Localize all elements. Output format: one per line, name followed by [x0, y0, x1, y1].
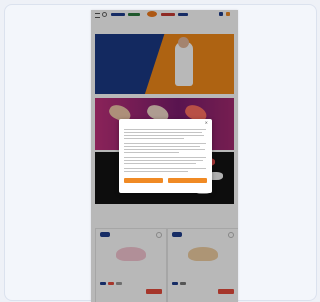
dialog-text-line [124, 152, 179, 153]
accept-cookies-button[interactable] [124, 178, 163, 183]
dialog-text-line [124, 160, 203, 161]
cookie-consent-dialog: × [119, 119, 212, 193]
dialog-text-line [124, 143, 206, 144]
dialog-text-line [124, 157, 206, 158]
close-icon[interactable]: × [205, 121, 208, 125]
dialog-text-line [124, 138, 184, 139]
dialog-text-line [124, 163, 196, 164]
dialog-text-line [124, 171, 188, 172]
dialog-text-line [124, 149, 205, 150]
dialog-text-line [124, 129, 206, 130]
dialog-text-line [124, 132, 202, 133]
cookie-settings-button[interactable] [168, 178, 207, 183]
dialog-text-line [124, 135, 204, 136]
dialog-text-line [124, 168, 206, 169]
dialog-text-line [124, 146, 200, 147]
